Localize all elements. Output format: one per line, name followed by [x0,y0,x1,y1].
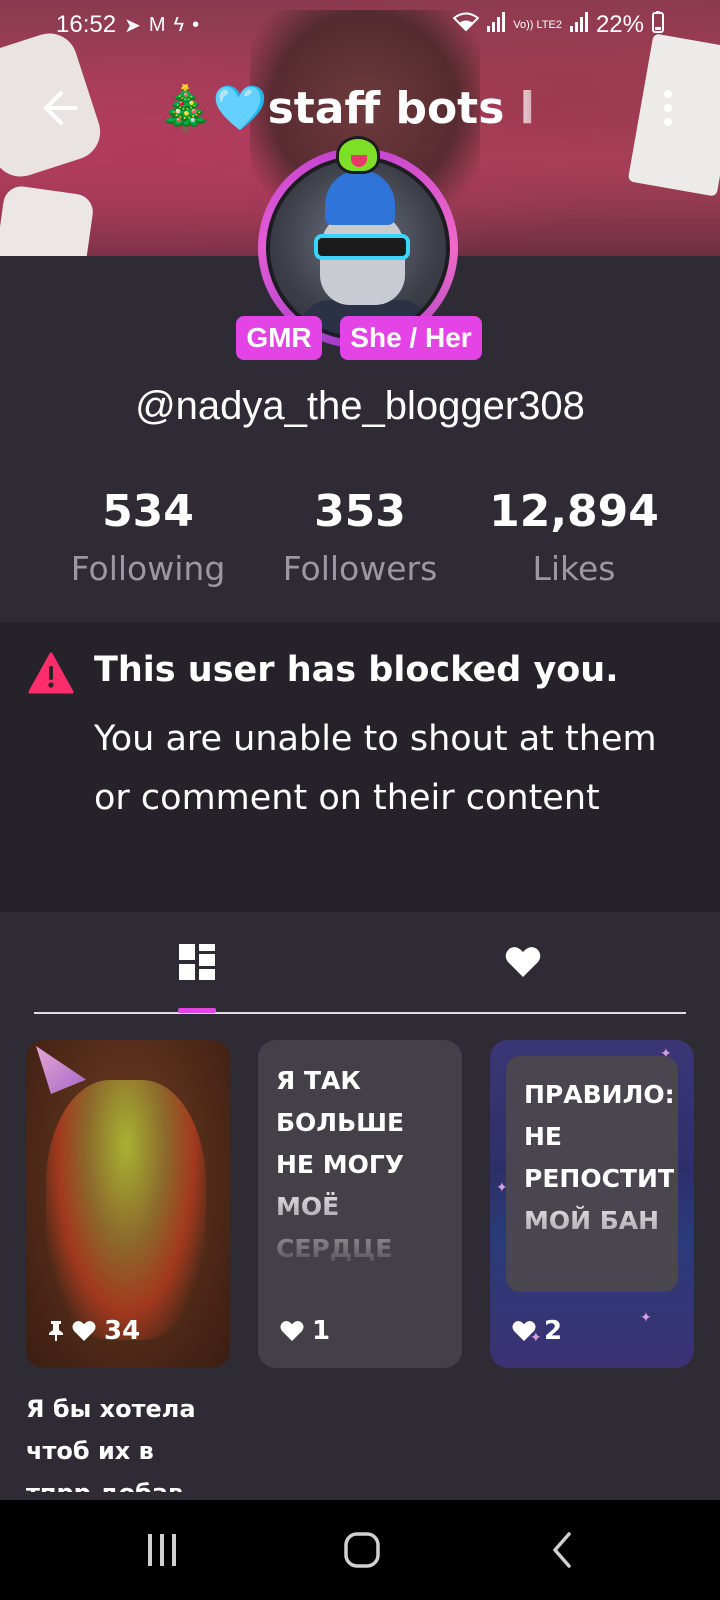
more-vertical-icon [664,90,672,98]
post-caption[interactable]: Я бы хотела чтоб их в тпрр добав... [26,1388,226,1492]
post-text: Я ТАК БОЛЬШЕ НЕ МОГУ МОЁ СЕРДЦЕ РУШИТСЯ [276,1066,405,1263]
status-time: 16:52 [56,11,117,38]
status-bar: 16:52 ➤ M ϟ • Vo)) LTE2 22% [0,0,720,50]
grid-icon [179,944,215,980]
chevron-left-icon [553,1532,571,1568]
post-like-count: 1 [312,1316,331,1346]
heart-icon [512,1321,536,1341]
avatar-glasses [314,234,410,260]
tab-posts[interactable] [34,912,360,1012]
home-button[interactable] [322,1520,402,1580]
dot-icon: • [192,13,200,36]
followers-stat[interactable]: 353 Followers [250,486,470,588]
blocked-title: This user has blocked you. [94,650,619,690]
battery-icon [652,10,664,40]
battery-level: 22% [595,11,644,38]
wifi-icon [452,12,480,38]
following-count: 534 [102,486,194,537]
username: @nadya_the_blogger308 [135,384,585,428]
pronoun-tag: She / Her [340,316,482,360]
system-navigation-bar [0,1500,720,1600]
warning-triangle-icon [28,652,74,694]
likes-stat: 12,894 Likes [464,486,684,588]
volte-icon: Vo)) LTE2 [513,18,562,31]
pin-icon [49,1321,63,1341]
signal-icon [569,12,588,38]
followers-count: 353 [314,486,406,537]
more-vertical-icon [664,118,672,126]
active-tab-indicator [178,1008,216,1013]
post-like-count: 34 [104,1316,141,1346]
more-options-button[interactable] [648,86,688,130]
post-stats: 34 [48,1316,140,1346]
avatar-hat [325,170,395,225]
bolt-icon: ϟ [173,13,185,36]
likes-count: 12,894 [489,486,659,537]
more-vertical-icon [664,104,672,112]
post-card[interactable]: Я ТАК БОЛЬШЕ НЕ МОГУ МОЁ СЕРДЦЕ РУШИТСЯ … [258,1040,462,1368]
signal-icon [487,12,506,38]
followers-label: Followers [282,549,438,588]
heart-icon [72,1321,96,1341]
arrow-left-icon [44,91,78,125]
following-stat[interactable]: 534 Following [38,486,258,588]
likes-label: Likes [532,549,616,588]
tab-liked[interactable] [360,912,686,1012]
post-stats: 2 [512,1316,562,1346]
recents-button[interactable] [122,1520,202,1580]
blocked-notice: This user has blocked you. You are unabl… [0,622,720,912]
party-hat-decoration [36,1046,86,1094]
blocked-message: You are unable to shout at them or comme… [94,719,657,818]
page-title: 🎄🩵staff bots l [158,83,535,134]
post-card[interactable]: ✦ ✦ ✦ ✦ ПРАВИЛО: НЕ РЕПОСТИТЬ МОЙ БАН 2 [490,1040,694,1368]
back-button[interactable] [36,84,84,132]
heart-icon [280,1321,304,1341]
profile-tabs [34,912,686,1014]
post-text: ПРАВИЛО: НЕ РЕПОСТИТЬ МОЙ БАН [524,1080,674,1235]
following-label: Following [70,549,226,588]
post-stats: 1 [280,1316,330,1346]
telegram-icon: ➤ [124,14,141,37]
system-back-button[interactable] [524,1520,604,1580]
banner-decoration [0,184,96,256]
star-decoration: ✦ [640,1310,652,1326]
home-icon [344,1532,380,1568]
post-like-count: 2 [544,1316,563,1346]
gmail-icon: M [148,13,166,36]
frog-badge-icon [336,136,380,174]
avatar [266,156,450,340]
heart-icon [505,947,541,977]
post-card[interactable]: 34 [26,1040,230,1368]
profile-tag: GMR [236,316,322,360]
post-image [46,1080,206,1340]
recents-icon [148,1534,176,1566]
post-text-box: ПРАВИЛО: НЕ РЕПОСТИТЬ МОЙ БАН [506,1056,678,1292]
